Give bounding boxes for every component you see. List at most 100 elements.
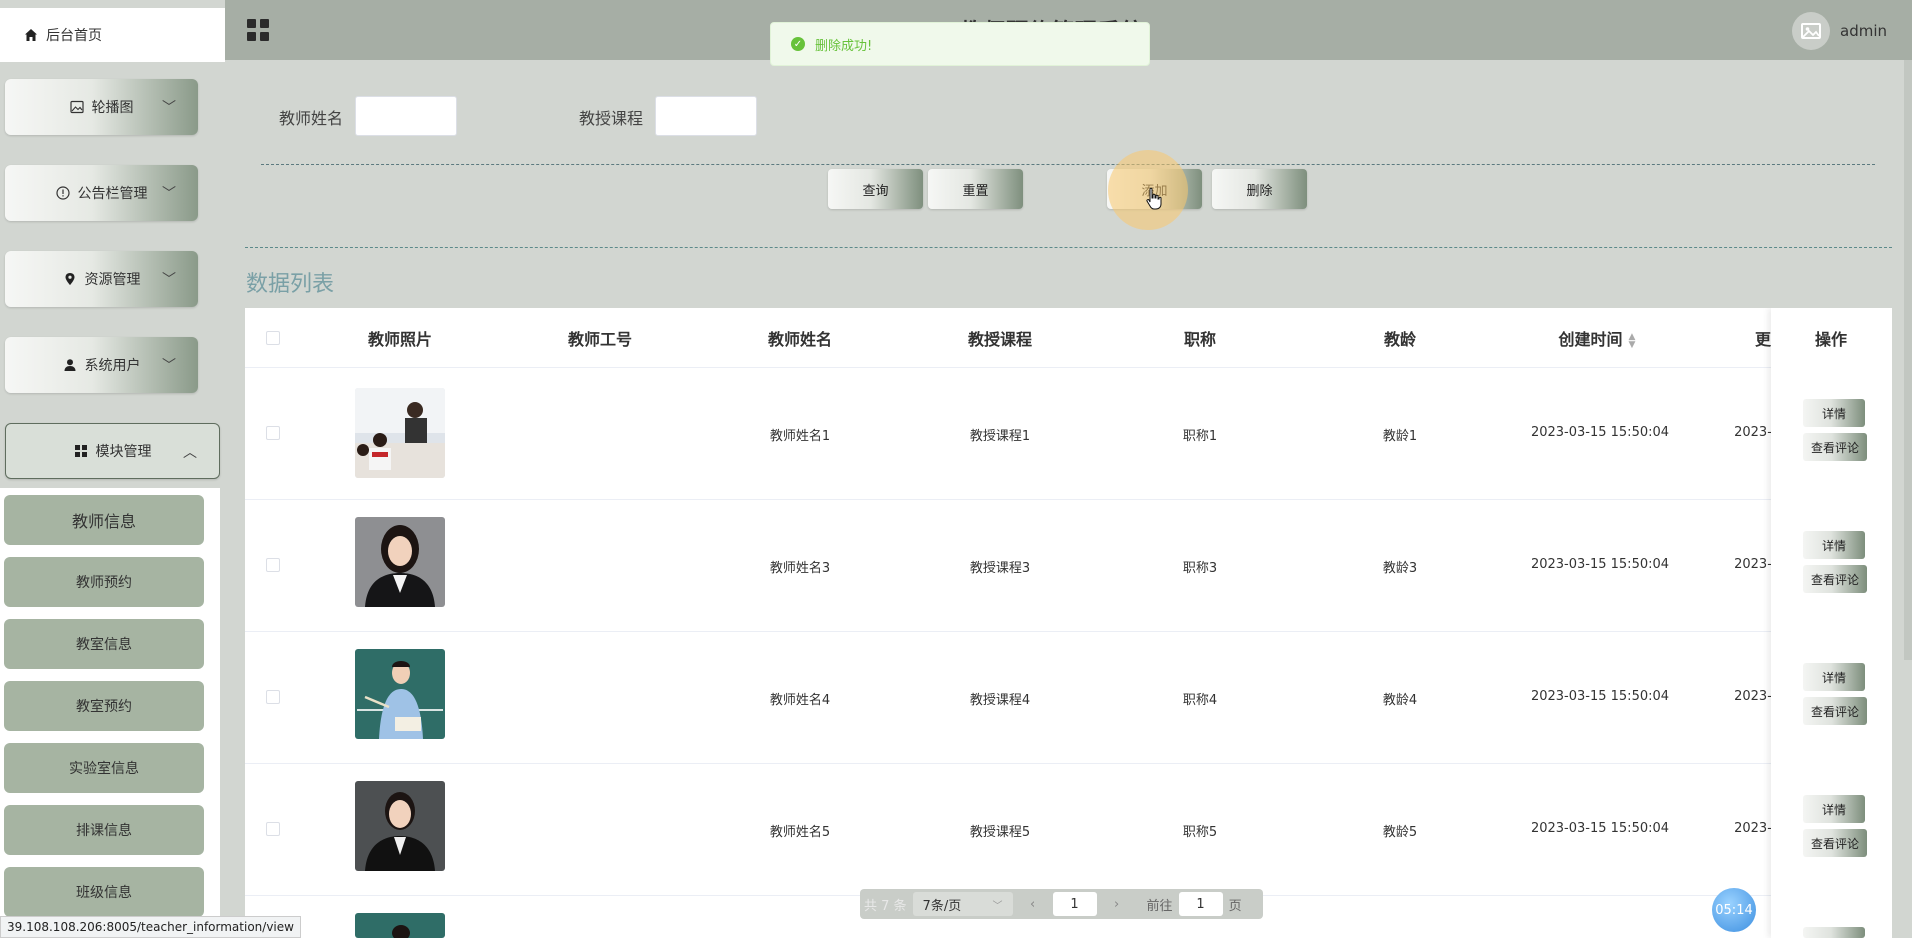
row-checkbox[interactable] bbox=[266, 822, 280, 836]
submenu-lab-info[interactable]: 实验室信息 bbox=[4, 743, 204, 793]
title-cell: 职称3 bbox=[1182, 561, 1218, 576]
prev-page-button[interactable]: ‹ bbox=[1019, 892, 1047, 916]
grid-icon bbox=[74, 445, 87, 457]
sidebar-item-label: 系统用户 bbox=[84, 358, 141, 374]
teacher-name-cell: 教师姓名1 bbox=[769, 429, 831, 444]
home-icon bbox=[25, 29, 37, 41]
title-cell: 职称5 bbox=[1182, 825, 1218, 840]
chevron-down-icon: ﹀ bbox=[992, 900, 1003, 912]
teacher-photo bbox=[355, 781, 445, 871]
column-header-label: 创建时间 bbox=[1558, 330, 1623, 349]
row-divider bbox=[245, 367, 1892, 368]
chevron-down-icon: ﹀ bbox=[162, 272, 176, 288]
sidebar-item-label: 模块管理 bbox=[95, 444, 152, 460]
updated-time-cell: 2023- bbox=[1734, 425, 1772, 440]
username: admin bbox=[1840, 22, 1887, 40]
column-header: 教师照片 bbox=[367, 330, 433, 349]
module-submenu: 教师信息 教师预约 教室信息 教室预约 实验室信息 排课信息 班级信息 bbox=[0, 488, 220, 918]
list-title: 数据列表 bbox=[246, 272, 335, 297]
course-cell: 教授课程4 bbox=[969, 693, 1031, 708]
column-header: 更 bbox=[1754, 330, 1772, 349]
sidebar: 后台首页 轮播图 ﹀ 公告栏管理 ﹀ 资源管理 ﹀ 系统用户 ﹀ 模块管理 ︿ … bbox=[0, 0, 225, 938]
created-time-header[interactable]: 创建时间 ▲ ▼ bbox=[1559, 326, 1636, 350]
title-cell: 职称1 bbox=[1182, 429, 1218, 444]
teacher-name-input[interactable] bbox=[355, 96, 457, 136]
teacher-photo bbox=[355, 517, 445, 607]
divider bbox=[245, 247, 1892, 248]
submenu-classroom-booking[interactable]: 教室预约 bbox=[4, 681, 204, 731]
years-cell: 教龄5 bbox=[1382, 825, 1418, 840]
user-menu[interactable]: admin bbox=[1792, 12, 1887, 50]
menu-toggle-icon[interactable] bbox=[247, 19, 269, 41]
sidebar-item-label: 后台首页 bbox=[46, 28, 102, 44]
course-cell: 教授课程1 bbox=[969, 429, 1031, 444]
submenu-teacher-info[interactable]: 教师信息 bbox=[4, 495, 204, 545]
goto-page-input[interactable]: 1 bbox=[1178, 892, 1223, 916]
row-checkbox[interactable] bbox=[266, 426, 280, 440]
submenu-class-info[interactable]: 班级信息 bbox=[4, 867, 204, 917]
operation-column: 操作 详情 查看评论 详情 查看评论 详情 查看评论 详情 查看评论 bbox=[1771, 308, 1892, 938]
column-header: 教龄 bbox=[1383, 330, 1417, 349]
status-bar-url: 39.108.108.206:8005/teacher_information/… bbox=[0, 916, 301, 938]
info-circle-icon bbox=[55, 186, 70, 200]
submenu-teacher-booking[interactable]: 教师预约 bbox=[4, 557, 204, 607]
divider bbox=[261, 164, 1875, 165]
reset-button[interactable]: 重置 bbox=[928, 169, 1023, 209]
sidebar-item-resources[interactable]: 资源管理 ﹀ bbox=[5, 251, 198, 307]
detail-button[interactable]: 详情 bbox=[1803, 795, 1865, 823]
timer-badge[interactable]: 05:14 bbox=[1712, 888, 1756, 932]
current-page[interactable]: 1 bbox=[1052, 892, 1097, 916]
created-time-cell: 2023-03-15 15:50:04 bbox=[1530, 689, 1670, 704]
next-page-button[interactable]: › bbox=[1103, 892, 1131, 916]
updated-time-cell: 2023- bbox=[1734, 689, 1772, 704]
detail-button[interactable]: 详情 bbox=[1803, 399, 1865, 427]
sidebar-item-modules[interactable]: 模块管理 ︿ bbox=[5, 423, 220, 479]
avatar[interactable] bbox=[1792, 12, 1830, 50]
detail-button[interactable]: 详情 bbox=[1803, 531, 1865, 559]
course-input[interactable] bbox=[655, 96, 757, 136]
updated-time-cell: 2023- bbox=[1734, 821, 1772, 836]
submenu-schedule-info[interactable]: 排课信息 bbox=[4, 805, 204, 855]
years-cell: 教龄1 bbox=[1382, 429, 1418, 444]
page-size-select[interactable]: 7条/页 ﹀ bbox=[912, 892, 1013, 916]
course-cell: 教授课程3 bbox=[969, 561, 1031, 576]
query-button[interactable]: 查询 bbox=[828, 169, 923, 209]
sidebar-item-system-users[interactable]: 系统用户 ﹀ bbox=[5, 337, 198, 393]
course-label: 教授课程 bbox=[579, 109, 644, 128]
view-comments-button[interactable]: 查看评论 bbox=[1803, 565, 1867, 593]
teacher-name-label: 教师姓名 bbox=[279, 109, 344, 128]
row-divider bbox=[245, 763, 1892, 764]
detail-button[interactable]: 详情 bbox=[1803, 663, 1865, 691]
sidebar-item-carousel[interactable]: 轮播图 ﹀ bbox=[5, 79, 198, 135]
view-comments-button[interactable]: 查看评论 bbox=[1803, 829, 1867, 857]
detail-button[interactable] bbox=[1803, 927, 1865, 938]
image-icon bbox=[69, 100, 84, 114]
toast-message: 删除成功! bbox=[815, 38, 873, 54]
sidebar-item-label: 公告栏管理 bbox=[77, 186, 148, 202]
location-pin-icon bbox=[65, 273, 74, 285]
sidebar-item-label: 资源管理 bbox=[84, 272, 141, 288]
check-icon: ✓ bbox=[791, 37, 805, 51]
row-divider bbox=[245, 499, 1892, 500]
delete-button[interactable]: 删除 bbox=[1212, 169, 1307, 209]
sort-icon[interactable]: ▲ ▼ bbox=[1629, 332, 1636, 349]
submenu-classroom-info[interactable]: 教室信息 bbox=[4, 619, 204, 669]
success-toast: ✓ 删除成功! bbox=[770, 22, 1150, 66]
teacher-name-cell: 教师姓名5 bbox=[769, 825, 831, 840]
column-header: 教师工号 bbox=[567, 330, 633, 349]
goto-suffix: 页 bbox=[1228, 898, 1242, 914]
vertical-scrollbar[interactable] bbox=[1904, 60, 1912, 660]
sidebar-item-home[interactable]: 后台首页 bbox=[0, 8, 225, 62]
select-all-checkbox[interactable] bbox=[266, 331, 280, 345]
view-comments-button[interactable]: 查看评论 bbox=[1803, 697, 1867, 725]
row-checkbox[interactable] bbox=[266, 690, 280, 704]
column-header: 职称 bbox=[1183, 330, 1217, 349]
sidebar-item-label: 轮播图 bbox=[91, 100, 134, 116]
chevron-down-icon: ﹀ bbox=[162, 186, 176, 202]
updated-time-cell: 2023- bbox=[1734, 557, 1772, 572]
page-size-value: 7条/页 bbox=[922, 898, 962, 914]
view-comments-button[interactable]: 查看评论 bbox=[1803, 433, 1867, 461]
sidebar-item-notice[interactable]: 公告栏管理 ﹀ bbox=[5, 165, 198, 221]
created-time-cell: 2023-03-15 15:50:04 bbox=[1530, 557, 1670, 572]
row-checkbox[interactable] bbox=[266, 558, 280, 572]
